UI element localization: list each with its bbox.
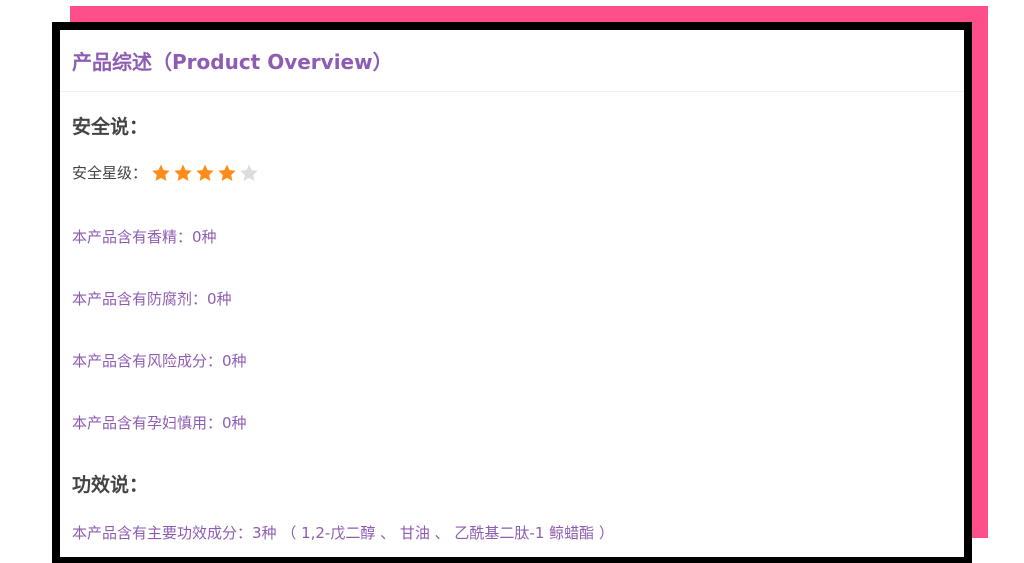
safety-heading: 安全说：	[72, 116, 149, 138]
risk-ingredient-count-line: 本产品含有风险成分：0种	[72, 352, 247, 370]
pregnancy-caution-count-line: 本产品含有孕妇慎用：0种	[72, 414, 247, 432]
star-filled-icon	[151, 163, 171, 183]
card-title: 产品综述（Product Overview）	[72, 50, 393, 74]
star-filled-icon	[217, 163, 237, 183]
efficacy-heading: 功效说：	[72, 474, 149, 496]
star-filled-icon	[195, 163, 215, 183]
safety-rating-row: 安全星级：	[72, 162, 259, 183]
star-filled-icon	[173, 163, 193, 183]
card-body: 安全说： 安全星级： 本产品含有香精：0种 本产品含有防腐剂：0种 本产品含有风…	[60, 92, 964, 557]
star-rating	[151, 163, 259, 183]
card-header: 产品综述（Product Overview）	[60, 30, 964, 92]
efficacy-ingredient-line: 本产品含有主要功效成分：3种 （ 1,2-戊二醇 、 甘油 、 乙酰基二肽-1 …	[72, 524, 614, 542]
fragrance-count-line: 本产品含有香精：0种	[72, 228, 217, 246]
star-empty-icon	[239, 163, 259, 183]
preservative-count-line: 本产品含有防腐剂：0种	[72, 290, 232, 308]
product-overview-card: 产品综述（Product Overview） 安全说： 安全星级： 本产品含有香…	[60, 30, 964, 557]
safety-rating-label: 安全星级：	[72, 164, 148, 182]
